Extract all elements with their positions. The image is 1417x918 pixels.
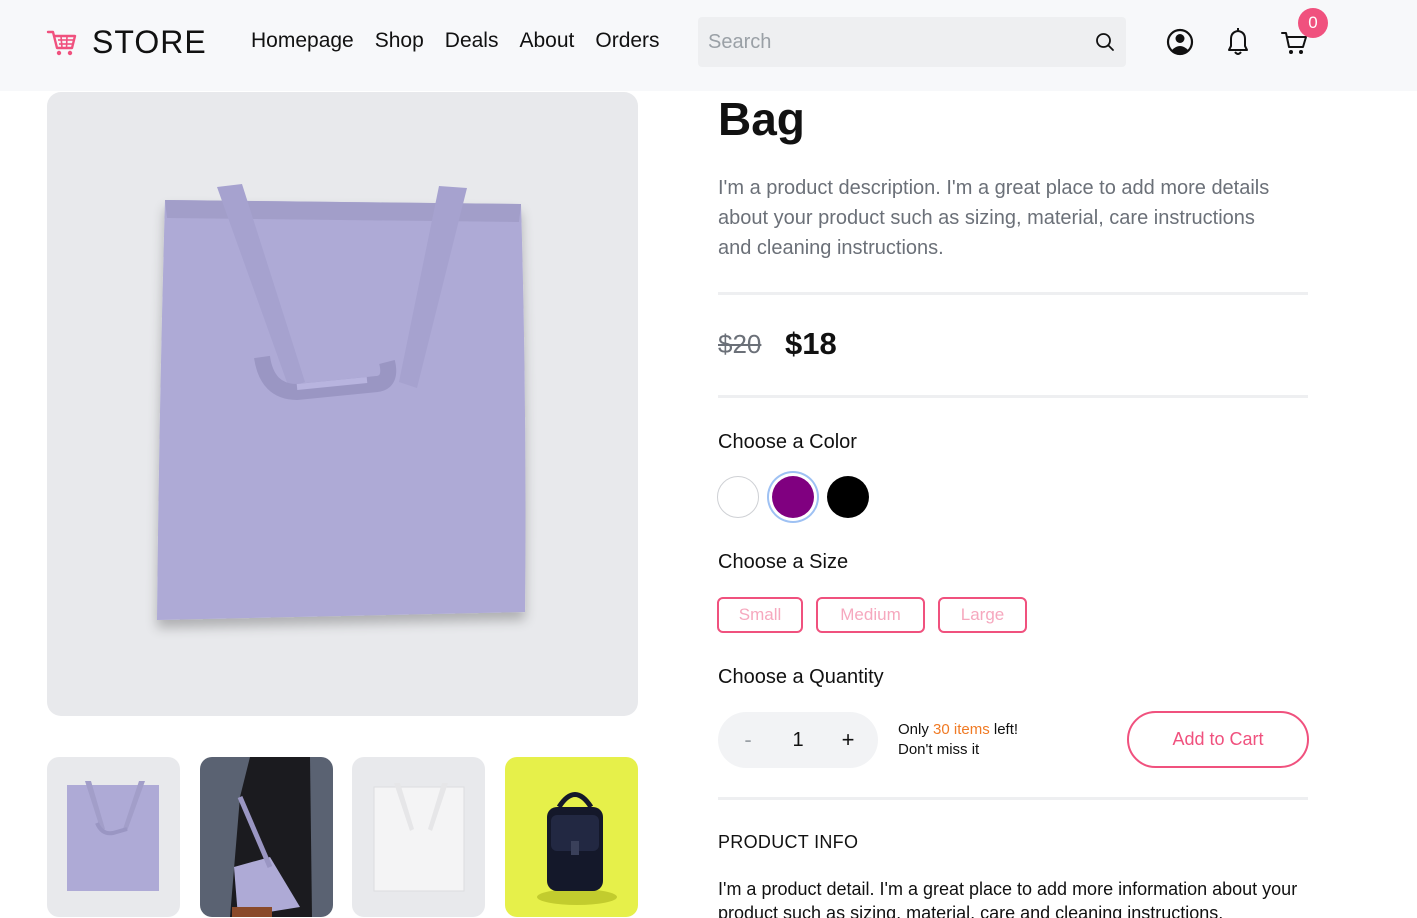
increase-quantity-button[interactable]: + [836,727,860,753]
search-input[interactable] [698,30,1078,54]
search-bar [698,17,1126,67]
size-label: Choose a Size [718,551,849,573]
thumbnail-1[interactable] [47,757,180,917]
user-account-icon[interactable] [1165,26,1195,58]
product-info-heading: PRODUCT INFO [718,832,859,852]
divider [718,395,1308,398]
header: STORE Homepage Shop Deals About Orders 0 [0,0,1417,91]
thumbnail-image [537,792,617,905]
thumbnail-image [230,757,312,917]
size-medium-button[interactable]: Medium [816,597,925,633]
color-label: Choose a Color [718,431,857,453]
size-large-button[interactable]: Large [938,597,1027,633]
original-price: $20 [718,329,762,359]
search-icon[interactable] [1094,31,1116,53]
product-title: Bag [718,93,805,145]
thumbnail-4[interactable] [505,757,638,917]
product-description: I'm a product description. I'm a great p… [718,177,1270,259]
thumbnail-image [67,781,159,891]
size-small-button[interactable]: Small [717,597,803,633]
divider [718,292,1308,295]
stock-notice: Only 30 items left! Don't miss it [898,720,1018,760]
main-product-image[interactable] [47,92,638,716]
logo[interactable]: STORE [46,24,207,61]
stock-count: 30 items [933,721,990,738]
stock-prefix: Only [898,721,934,738]
nav-shop[interactable]: Shop [375,29,424,53]
cart-count-badge: 0 [1298,8,1328,38]
decrease-quantity-button[interactable]: - [736,727,760,753]
nav-about[interactable]: About [519,29,574,53]
product-info-text: I'm a product detail. I'm a great place … [718,879,1298,918]
shopping-cart-logo-icon [46,30,77,55]
color-swatch-black[interactable] [827,476,869,518]
thumbnail-image [373,783,465,892]
stock-suffix: left! [989,721,1019,738]
thumbnail-3[interactable] [352,757,485,917]
quantity-stepper: - 1 + [718,712,878,768]
quantity-label: Choose a Quantity [718,666,884,688]
thumbnail-2[interactable] [200,757,333,917]
divider [718,797,1308,800]
nav-homepage[interactable]: Homepage [251,29,354,53]
nav-orders[interactable]: Orders [595,29,659,53]
quantity-value[interactable]: 1 [792,729,803,752]
color-swatch-white[interactable] [717,476,759,518]
sale-price: $18 [785,326,837,361]
bell-icon[interactable] [1223,26,1253,58]
nav-deals[interactable]: Deals [445,29,499,53]
add-to-cart-button[interactable]: Add to Cart [1127,711,1309,768]
tote-bag-image [157,184,526,620]
main-nav: Homepage Shop Deals About Orders [251,29,681,53]
stock-urgency: Don't miss it [898,741,980,758]
color-swatch-purple[interactable] [772,476,814,518]
logo-text: STORE [92,24,207,60]
